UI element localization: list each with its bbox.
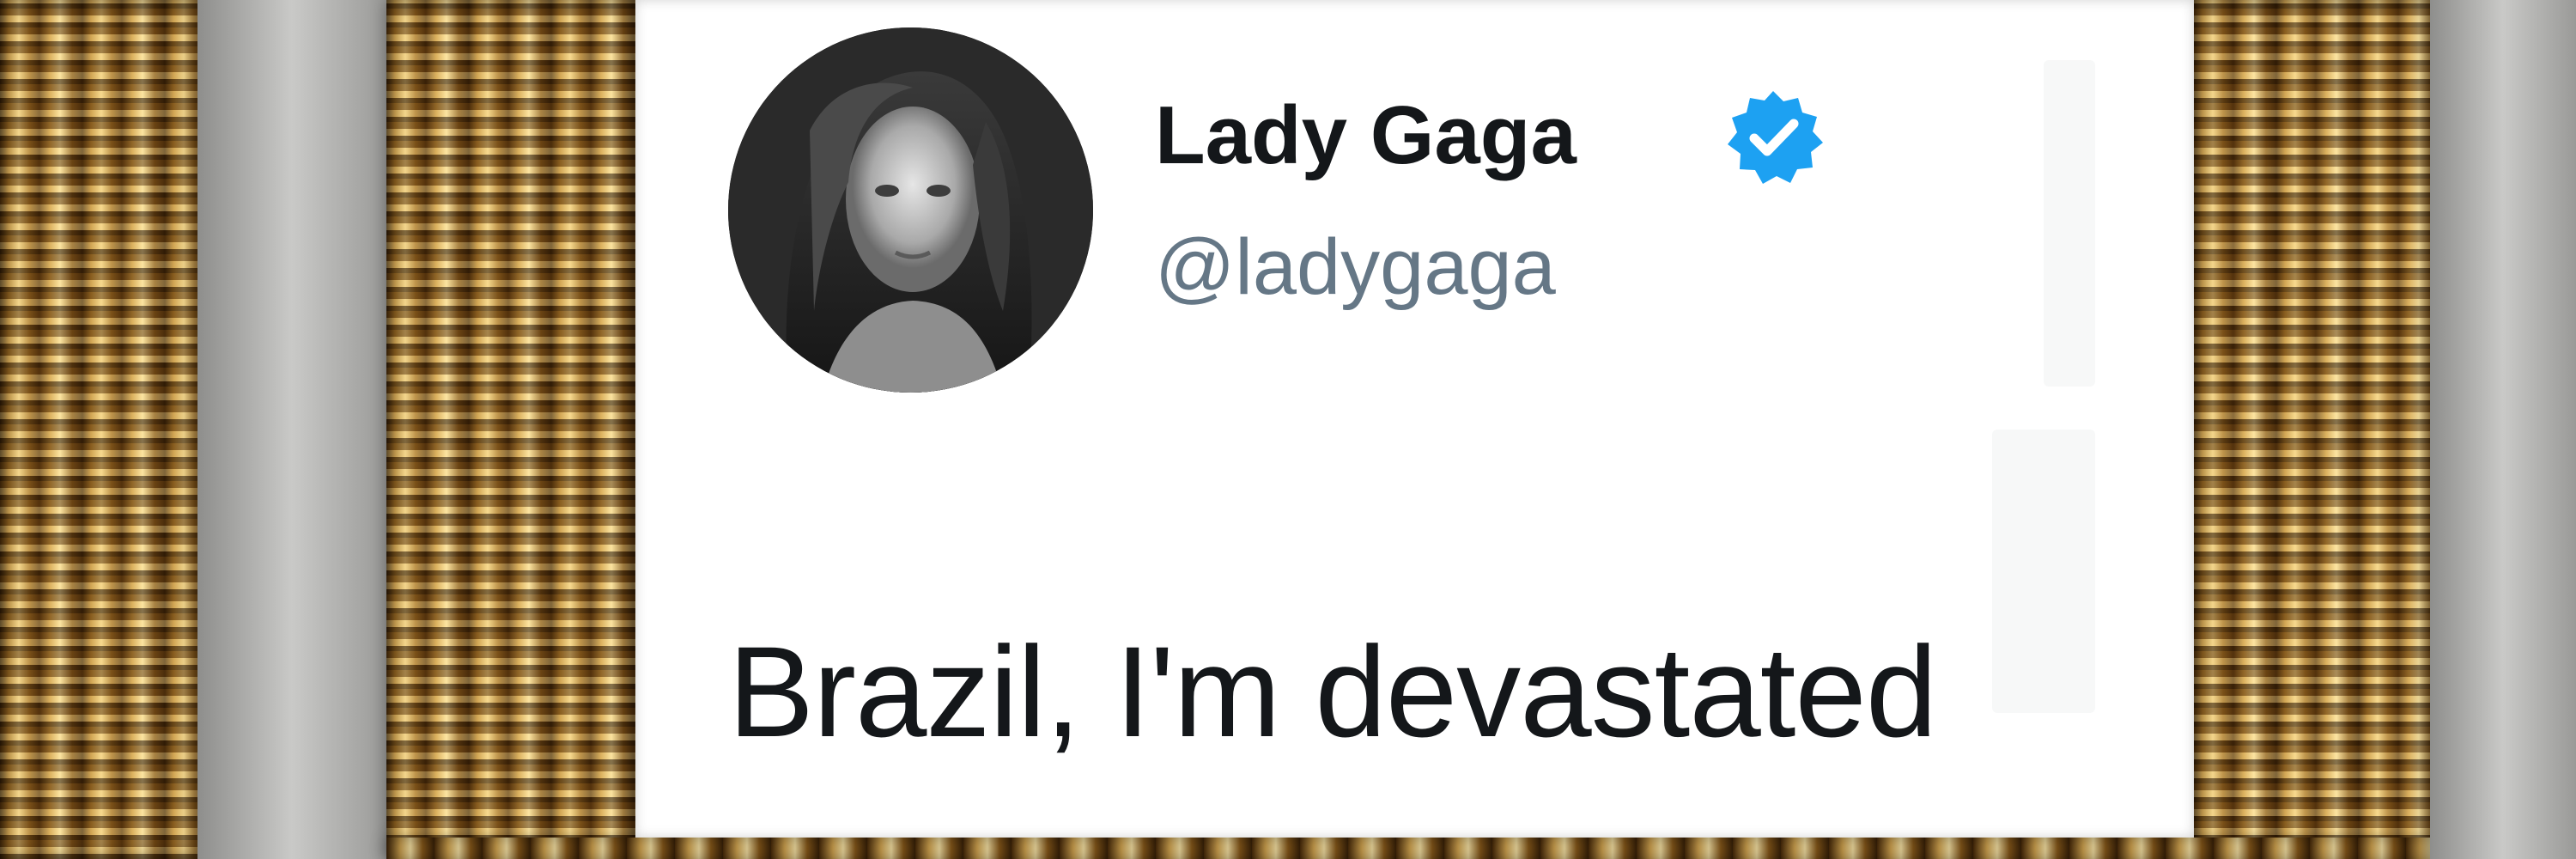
main-frame-left-side <box>386 0 635 859</box>
wall-gap-right <box>2430 0 2576 859</box>
framed-tweet-scene: Lady Gaga @ladygaga Brazil, I'm devastat… <box>0 0 2576 859</box>
main-frame-right-side <box>2194 0 2430 859</box>
left-picture-frame <box>0 0 197 859</box>
wall-gap-left <box>197 0 386 859</box>
faded-background-element <box>1992 430 2095 713</box>
tweet-text: Brazil, I'm devastated <box>728 619 1937 764</box>
tweet-card: Lady Gaga @ladygaga Brazil, I'm devastat… <box>635 0 2194 838</box>
avatar[interactable] <box>728 27 1093 393</box>
display-name[interactable]: Lady Gaga <box>1155 94 1577 177</box>
profile-photo-icon <box>728 27 1093 393</box>
user-handle[interactable]: @ladygaga <box>1155 228 1556 307</box>
verified-badge-icon <box>1722 86 1825 189</box>
faded-background-element <box>2044 60 2095 387</box>
main-frame-bottom <box>386 838 2430 859</box>
